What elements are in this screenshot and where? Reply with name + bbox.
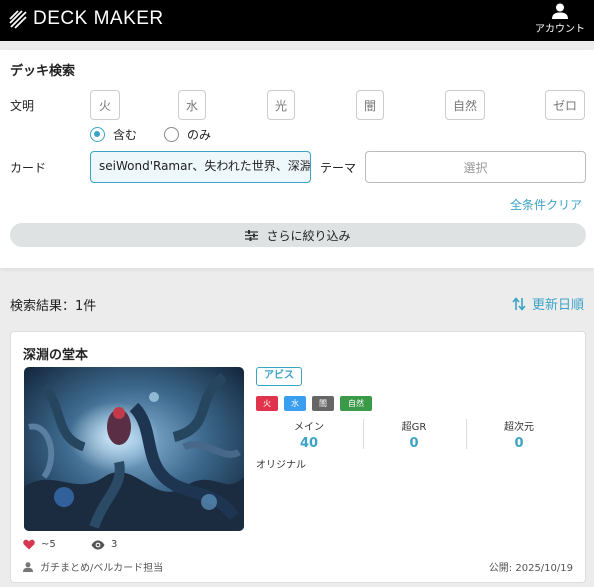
radio-include[interactable]: 含む (90, 126, 137, 143)
author-name: ガチまとめ/ベルカード担当 (40, 563, 164, 574)
like-counter[interactable]: ~5 (23, 539, 56, 550)
civ-badge-darkness: 闇 (312, 396, 334, 411)
count-hyperspatial-label: 超次元 (504, 422, 534, 433)
civ-badge-fire: 火 (256, 396, 278, 411)
view-counter: 3 (91, 539, 117, 550)
like-count: ~5 (41, 539, 56, 550)
theme-label: テーマ (320, 161, 357, 175)
deck-name[interactable]: 深淵の堂本 (23, 344, 88, 363)
sort-label: 更新日順 (531, 298, 584, 313)
radio-indicator (164, 127, 179, 142)
radio-only[interactable]: のみ (164, 126, 211, 143)
civ-filter-fire[interactable]: 火 (90, 90, 120, 120)
theme-select[interactable]: 選択 (365, 151, 586, 183)
sort-button[interactable]: 更新日順 (512, 294, 584, 313)
count-divider (466, 419, 467, 449)
account-label: アカウント (535, 24, 585, 35)
civ-badge-nature: 自然 (340, 396, 372, 411)
deck-author[interactable]: ガチまとめ/ベルカード担当 (23, 559, 163, 574)
eye-icon (91, 540, 105, 549)
civ-badge-water: 水 (284, 396, 306, 411)
narrow-down-button[interactable]: さらに絞り込み (10, 223, 586, 247)
count-gr-value: 0 (409, 436, 419, 451)
card-search-input[interactable]: seiWond'Ramar、失われた世界、深淵の堂本 (90, 151, 311, 183)
stripes-logo-icon (9, 10, 27, 29)
radio-selected-indicator (90, 127, 105, 142)
deck-format: オリジナル (256, 460, 306, 471)
count-gr-label: 超GR (401, 422, 427, 433)
account-button[interactable]: アカウント (534, 3, 586, 35)
search-panel: デッキ検索 文明 火 水 光 闇 自然 ゼロ 含む のみ カード seiWond… (0, 50, 594, 268)
published-date: 公開: 2025/10/19 (488, 563, 573, 574)
sort-arrows-icon (512, 296, 526, 311)
view-count: 3 (111, 539, 118, 550)
person-icon (552, 3, 568, 19)
person-icon (23, 561, 33, 572)
count-main-label: メイン (294, 422, 324, 433)
card-label: カード (10, 161, 47, 175)
deck-art-illustration (24, 367, 244, 531)
civ-filter-darkness[interactable]: 闇 (356, 90, 384, 120)
civ-filter-zero[interactable]: ゼロ (545, 90, 585, 120)
logo-text: DECK MAKER (33, 8, 164, 29)
search-title: デッキ検索 (10, 64, 76, 79)
radio-include-label: 含む (113, 128, 138, 142)
count-hyperspatial-value: 0 (514, 436, 524, 451)
narrow-down-label: さらに絞り込み (266, 228, 351, 243)
count-hyperspatial: 超次元 0 (469, 418, 569, 451)
results-count: 検索結果：1件 (10, 299, 97, 314)
count-gr: 超GR 0 (364, 418, 464, 451)
civ-filter-light[interactable]: 光 (267, 90, 295, 120)
civ-label: 文明 (10, 99, 35, 113)
count-main-value: 40 (299, 436, 319, 451)
deck-card[interactable]: 深淵の堂本 アビス 火 水 闇 自然 メイン 40 超GR 0 超次元 0 オリ… (10, 331, 586, 583)
sliders-icon (245, 229, 259, 241)
civ-filter-nature[interactable]: 自然 (445, 90, 485, 120)
heart-icon (23, 539, 35, 550)
count-main: メイン 40 (259, 418, 359, 451)
clear-all-link[interactable]: 全条件クリア (510, 196, 582, 213)
radio-only-label: のみ (187, 128, 212, 142)
deck-image[interactable] (24, 367, 244, 531)
theme-tag[interactable]: アビス (256, 367, 302, 386)
top-bar: DECK MAKER アカウント (0, 0, 594, 41)
logo[interactable]: DECK MAKER (9, 8, 164, 30)
civ-filter-water[interactable]: 水 (178, 90, 206, 120)
